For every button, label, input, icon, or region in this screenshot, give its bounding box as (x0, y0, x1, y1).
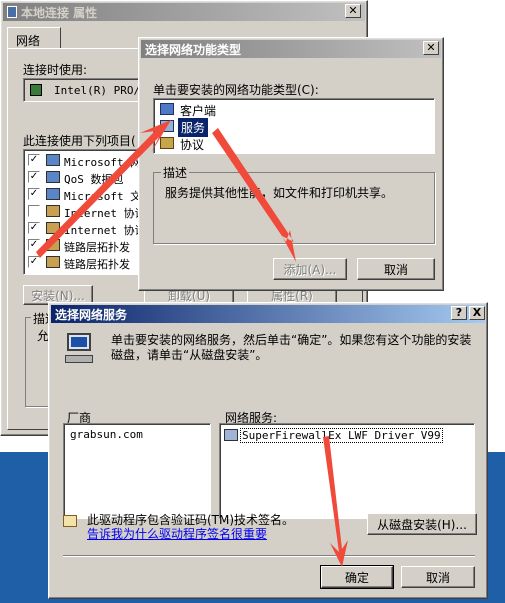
component-item[interactable]: ✓ Microsoft 文 (24, 186, 152, 203)
component-icon (46, 205, 60, 217)
service-dialog-close-button[interactable]: X (469, 306, 485, 320)
certificate-icon (63, 515, 77, 527)
adapter-icon (30, 84, 42, 96)
service-cancel-button-label: 取消 (425, 570, 450, 585)
service-instruction: 单击要安装的网络服务，然后单击“确定”。如果您有这个功能的安装磁盘，请单击“从磁… (111, 333, 472, 362)
feature-item-client-label: 客户端 (180, 104, 217, 118)
component-label: Internet 协议 (64, 224, 146, 237)
have-disk-button[interactable]: 从磁盘安装(H)... (367, 513, 477, 535)
service-list: SuperFirewallEx LWF Driver V99 (219, 423, 475, 519)
properties-close-button[interactable]: ✕ (345, 4, 361, 18)
feature-type-list: 客户端 服务 协议 (153, 98, 435, 154)
vendor-list: grabsun.com (63, 423, 211, 519)
feature-description-text: 服务提供其他性能，如文件和打印机共享。 (165, 186, 394, 200)
client-icon (160, 103, 174, 115)
feature-item-protocol[interactable]: 协议 (158, 135, 258, 152)
items-label: 此连接使用下列项目( (23, 134, 136, 148)
component-checkbox[interactable]: ✓ (28, 256, 40, 268)
feature-cancel-button-label: 取消 (383, 262, 408, 277)
connect-using-label: 连接时使用: (23, 63, 88, 77)
component-checkbox[interactable] (28, 205, 40, 217)
component-label: QoS 数据包 (64, 173, 124, 186)
component-item[interactable]: Internet 协议 (24, 203, 152, 220)
component-label: 链路层拓扑发 (64, 241, 130, 254)
tab-network-label: 网络 (16, 34, 41, 48)
properties-title: 本地连接 属性 (21, 5, 98, 20)
component-item[interactable]: ✓ Internet 协议 (24, 220, 152, 237)
protocol-icon (160, 137, 174, 149)
signing-link[interactable]: 告诉我为什么驱动程序签名很重要 (87, 525, 267, 542)
component-icon (46, 171, 60, 183)
tab-network[interactable]: 网络 (7, 27, 61, 49)
select-network-service-dialog: 选择网络服务 ? X 单击要安装的网络服务，然后单击“确定”。如果您有这个功能的… (48, 302, 488, 599)
component-checkbox[interactable]: ✓ (28, 154, 40, 166)
component-label: Microsoft 文 (64, 190, 142, 203)
feature-dialog-close-button[interactable]: ✕ (423, 41, 439, 55)
service-icon (160, 120, 174, 132)
service-cancel-button[interactable]: 取消 (401, 566, 475, 588)
network-icon (7, 6, 17, 18)
component-checkbox[interactable]: ✓ (28, 188, 40, 200)
feature-cancel-button[interactable]: 取消 (357, 258, 435, 280)
component-icon (46, 222, 60, 234)
feature-prompt: 单击要安装的网络功能类型(C): (153, 83, 319, 97)
feature-item-service[interactable]: 服务 (158, 117, 258, 138)
service-dialog-titlebar: 选择网络服务 (51, 305, 485, 323)
component-checkbox[interactable]: ✓ (28, 222, 40, 234)
component-item[interactable]: ✓ 链路层拓扑发 (24, 254, 152, 271)
component-label: Internet 协议 (64, 207, 146, 220)
component-icon (46, 239, 60, 251)
properties-titlebar: 本地连接 属性 (3, 3, 365, 21)
service-item[interactable]: SuperFirewallEx LWF Driver V99 (223, 427, 463, 444)
feature-item-client[interactable]: 客户端 (158, 101, 258, 118)
component-item[interactable]: ✓ Microsoft 网 (24, 152, 152, 169)
help-button[interactable]: ? (451, 306, 467, 320)
ok-button[interactable]: 确定 (320, 565, 394, 589)
feature-description-group (153, 172, 435, 244)
computer-icon (65, 333, 95, 365)
have-disk-button-label: 从磁盘安装(H)... (377, 517, 467, 532)
feature-dialog-titlebar: 选择网络功能类型 (141, 40, 441, 58)
add-button-label: 添加(A)... (283, 262, 337, 277)
component-checkbox[interactable]: ✓ (28, 171, 40, 183)
feature-item-protocol-label: 协议 (180, 138, 205, 152)
vendor-item[interactable]: grabsun.com (70, 428, 143, 441)
install-button-label: 安装(N)... (31, 288, 85, 303)
select-feature-type-dialog: 选择网络功能类型 ✕ 单击要安装的网络功能类型(C): 客户端 服务 协议 描述… (138, 37, 444, 291)
components-list: ✓ Microsoft 网 ✓ QoS 数据包 ✓ Microsoft 文 Internet… (23, 149, 153, 275)
component-label: 链路层拓扑发 (64, 258, 130, 271)
feature-dialog-title: 选择网络功能类型 (145, 42, 242, 57)
ok-button-label: 确定 (344, 570, 369, 585)
feature-description-label: 描述 (161, 164, 190, 181)
component-icon (46, 188, 60, 200)
component-checkbox[interactable]: ✓ (28, 239, 40, 251)
service-item-icon (224, 429, 238, 441)
service-item-label: SuperFirewallEx LWF Driver V99 (240, 428, 443, 443)
separator (63, 555, 475, 557)
component-icon (46, 256, 60, 268)
component-icon (46, 154, 60, 166)
service-dialog-title: 选择网络服务 (55, 307, 128, 322)
component-item[interactable]: ✓ 链路层拓扑发 (24, 237, 152, 254)
add-button[interactable]: 添加(A)... (273, 258, 347, 280)
component-label: Microsoft 网 (64, 156, 142, 169)
component-item[interactable]: ✓ QoS 数据包 (24, 169, 152, 186)
